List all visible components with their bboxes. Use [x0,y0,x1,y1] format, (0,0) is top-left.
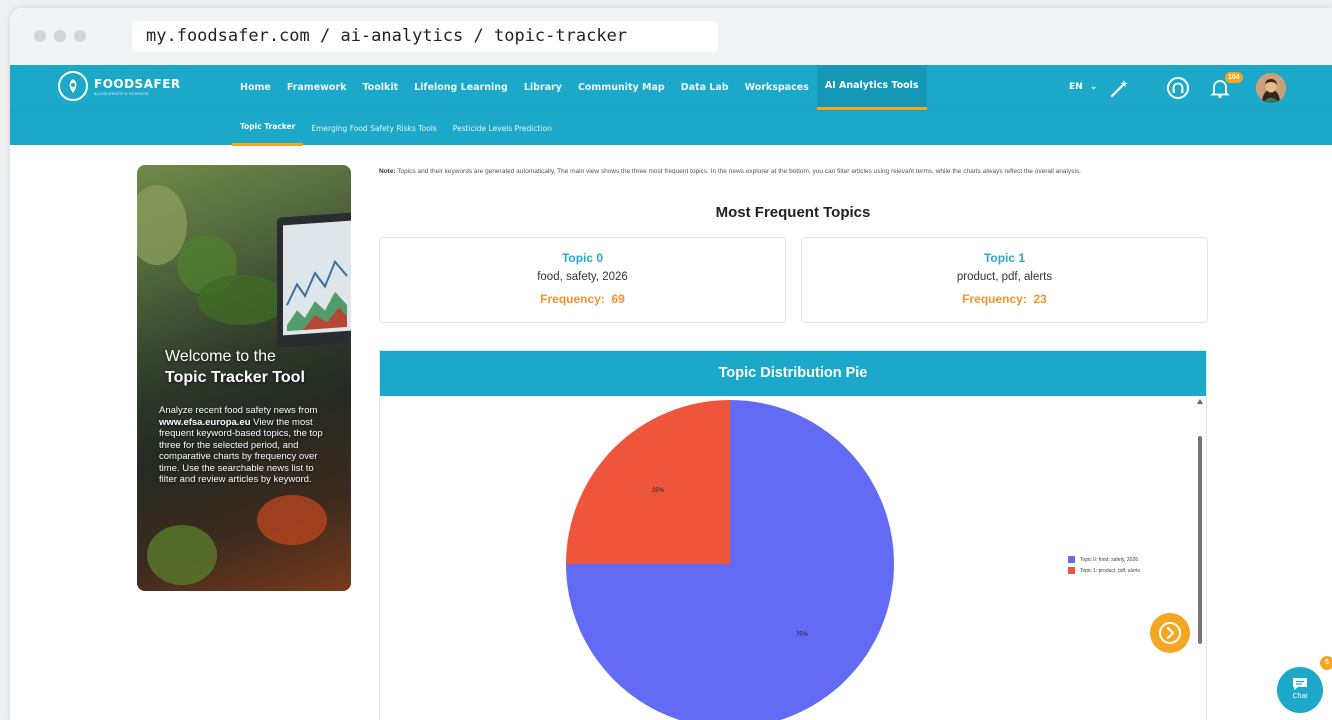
notification-badge: 104 [1225,72,1243,83]
nav-item-workspaces[interactable]: Workspaces [737,65,817,110]
legend-swatch [1068,556,1075,563]
laptop-illustration [277,212,351,348]
main-nav: FOODSAFER ACCELERATE'S SCIENCE Home Fram… [10,65,1332,110]
topic-card: Topic 0 food, safety, 2026 Frequency: 69 [379,237,786,323]
scroll-up-icon[interactable] [1197,398,1203,406]
legend-item[interactable]: Topic 0: food, safety, 2026 [1068,554,1140,565]
nav-item-lifelong-learning[interactable]: Lifelong Learning [406,65,516,110]
window-minimize-dot[interactable] [54,30,66,42]
brand-logo[interactable]: FOODSAFER ACCELERATE'S SCIENCE [58,71,181,101]
pie-slice-label: 75% [796,632,809,638]
tab-topic-tracker[interactable]: Topic Tracker [232,111,304,146]
topic-card: Topic 1 product, pdf, alerts Frequency: … [801,237,1208,323]
chevron-right-circle-icon [1159,622,1181,644]
pie-slice-label: 25% [652,488,665,494]
hero-description: Analyze recent food safety news from www… [159,405,323,485]
magic-wand-icon[interactable] [1108,76,1132,100]
user-photo-icon [1256,73,1286,103]
address-bar[interactable]: my.foodsafer.com / ai-analytics / topic-… [132,21,718,52]
nav-menu: Home Framework Toolkit Lifelong Learning… [232,65,927,110]
brand-name: FOODSAFER [94,76,181,91]
brand-tagline: ACCELERATE'S SCIENCE [94,90,149,96]
topic-keywords: food, safety, 2026 [537,271,628,283]
note-text: Note: Topics and their keywords are gene… [379,168,1081,175]
pie-slice[interactable] [566,400,730,564]
nav-item-library[interactable]: Library [516,65,570,110]
chat-icon [1293,678,1307,690]
scrollbar[interactable] [1197,398,1203,720]
chat-button[interactable]: Chat [1277,667,1323,713]
nav-item-community-map[interactable]: Community Map [570,65,673,110]
language-label: EN [1069,82,1083,92]
nav-item-data-lab[interactable]: Data Lab [673,65,737,110]
chat-label: Chat [1292,693,1308,700]
topic-title: Topic 1 [983,251,1026,265]
scroll-thumb[interactable] [1198,436,1202,644]
tab-emerging-food-safety-risks[interactable]: Emerging Food Safety Risks Tools [303,111,444,146]
topic-frequency: Frequency: 23 [962,292,1047,306]
window-maximize-dot[interactable] [74,30,86,42]
topic-distribution-panel: Topic Distribution Pie 75% 25% Topic 0: f… [379,350,1207,720]
most-frequent-topics-title: Most Frequent Topics [715,204,871,221]
nav-item-ai-analytics-tools[interactable]: AI Analytics Tools [816,65,927,110]
pie-legend: Topic 0: food, safety, 2026 Topic 1: pro… [1068,554,1140,576]
legend-item[interactable]: Topic 1: product, pdf, alerts [1068,565,1140,576]
next-button[interactable] [1150,613,1190,653]
hero-title: Welcome to the Topic Tracker Tool [165,348,305,386]
support-icon[interactable] [1166,76,1190,100]
browser-window: my.foodsafer.com / ai-analytics / topic-… [10,8,1332,720]
logo-icon [58,71,88,101]
sub-nav: Topic Tracker Emerging Food Safety Risks… [10,110,1332,146]
topic-title: Topic 0 [561,251,604,265]
legend-swatch [1068,567,1075,574]
window-close-dot[interactable] [34,30,46,42]
pie-chart-title: Topic Distribution Pie [380,351,1206,396]
nav-item-framework[interactable]: Framework [279,65,355,110]
topic-keywords: product, pdf, alerts [956,271,1053,283]
language-selector[interactable]: EN ⌄ [1069,65,1097,110]
tab-pesticide-levels-prediction[interactable]: Pesticide Levels Prediction [445,111,560,146]
chat-badge: 5 [1320,656,1332,670]
browser-chrome: my.foodsafer.com / ai-analytics / topic-… [10,8,1332,65]
hero-card: Welcome to the Topic Tracker Tool Analyz… [137,165,351,591]
chevron-down-icon: ⌄ [1089,82,1098,92]
topic-frequency: Frequency: 69 [540,292,625,306]
nav-item-toolkit[interactable]: Toolkit [354,65,406,110]
efsa-link[interactable]: www.efsa.europa.eu [159,417,251,428]
avatar[interactable] [1256,73,1286,103]
nav-item-home[interactable]: Home [232,65,279,110]
